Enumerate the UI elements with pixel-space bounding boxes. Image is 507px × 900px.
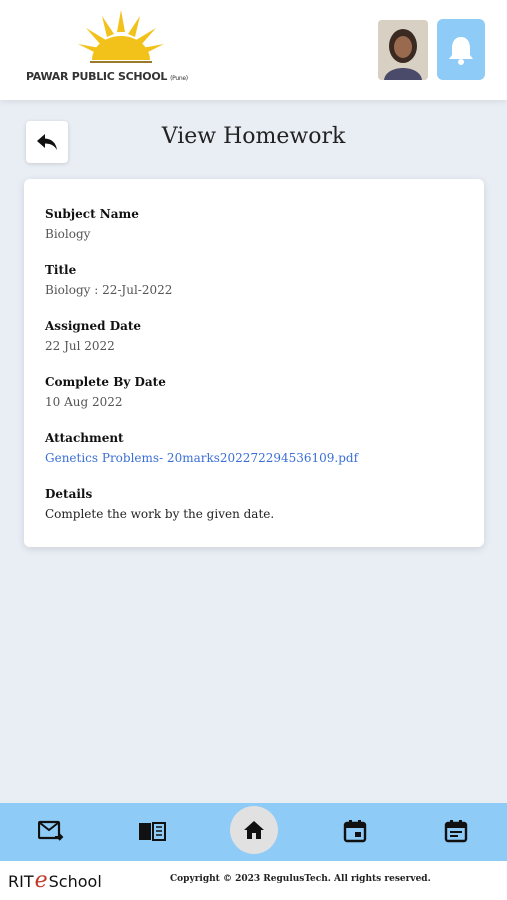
nav-schedule-button[interactable] [438, 813, 474, 849]
details-label: Details [45, 487, 93, 501]
school-name-suffix: (Pune) [170, 75, 188, 82]
title-field: Title Biology : 22-Jul-2022 [45, 263, 172, 297]
subject-field: Subject Name Biology [45, 207, 139, 241]
app-footer: RITeSchool Copyright © 2023 RegulusTech.… [0, 861, 507, 900]
details-value: Complete the work by the given date. [45, 507, 275, 521]
book-icon [139, 822, 166, 841]
nav-calendar-button[interactable] [337, 813, 373, 849]
complete-by-date-label: Complete By Date [45, 375, 166, 389]
mail-forward-icon [38, 820, 64, 841]
schedule-icon [444, 820, 468, 843]
assigned-date-value: 22 Jul 2022 [45, 339, 115, 353]
brand-logo: RITeSchool [8, 868, 102, 893]
brand-e: e [34, 868, 48, 893]
attachment-link[interactable]: Genetics Problems- 20marks2022722945361​… [45, 451, 358, 465]
assigned-date-label: Assigned Date [45, 319, 142, 333]
title-value: Biology : 22-Jul-2022 [45, 283, 173, 297]
sun-logo-icon [78, 10, 164, 63]
attachment-label: Attachment [45, 431, 124, 445]
nav-homework-button[interactable] [134, 813, 170, 849]
app-header: PAWAR PUBLIC SCHOOL (Pune) [0, 0, 507, 100]
subject-label: Subject Name [45, 207, 139, 221]
calendar-icon [343, 820, 367, 843]
assigned-date-field: Assigned Date 22 Jul 2022 [45, 319, 141, 353]
student-photo-icon [378, 20, 428, 80]
copyright-text: Copyright © 2023 RegulusTech. All rights… [170, 874, 431, 884]
nav-home-button[interactable] [230, 806, 278, 854]
subject-value: Biology [45, 227, 91, 241]
notification-button[interactable] [437, 19, 485, 80]
complete-by-date-field: Complete By Date 10 Aug 2022 [45, 375, 166, 409]
bell-icon [449, 36, 473, 65]
complete-by-date-value: 10 Aug 2022 [45, 395, 123, 409]
avatar[interactable] [378, 20, 428, 80]
school-name-text: PAWAR PUBLIC SCHOOL [26, 70, 168, 83]
brand-prefix: RIT [8, 872, 34, 891]
school-logo: PAWAR PUBLIC SCHOOL (Pune) [22, 6, 220, 94]
home-icon [244, 821, 264, 839]
page-title: View Homework [161, 124, 346, 149]
attachment-field: Attachment Genetics Problems- 20marks202… [45, 431, 358, 465]
title-label: Title [45, 263, 77, 277]
homework-details-card: Subject Name Biology Title Biology : 22-… [24, 179, 484, 547]
school-name: PAWAR PUBLIC SCHOOL (Pune) [26, 70, 188, 83]
brand-suffix: School [48, 872, 102, 891]
nav-messages-button[interactable] [33, 813, 69, 849]
details-field: Details Complete the work by the given d… [45, 487, 274, 521]
